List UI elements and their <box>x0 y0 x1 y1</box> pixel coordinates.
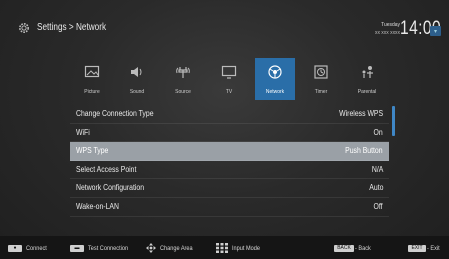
hint-input-mode: Input Mode <box>216 243 265 253</box>
hint-test-connection: ▬ Test Connection <box>70 243 135 253</box>
sound-icon <box>131 67 142 77</box>
tab-label: Parental <box>357 89 377 95</box>
hint-label: Test Connection <box>88 244 129 252</box>
tab-tv[interactable]: TV <box>209 58 249 100</box>
page-title: Settings > Network <box>37 22 107 33</box>
tv-icon <box>221 65 237 79</box>
tab-label: Timer <box>314 89 328 95</box>
menu-label: Change Connection Type <box>76 109 154 118</box>
tab-label: Sound <box>129 89 145 95</box>
gear-icon <box>19 23 29 33</box>
menu-value: Wireless WPS <box>339 109 383 118</box>
menu-label: WiFi <box>76 127 90 137</box>
network-menu: Change Connection Type Wireless WPS WiFi… <box>70 105 389 217</box>
tab-timer[interactable]: Timer <box>301 58 341 100</box>
menu-label: Wake-on-LAN <box>76 201 119 211</box>
menu-row-select-access-point[interactable]: Select Access Point N/A <box>70 161 389 180</box>
source-icon <box>176 67 190 78</box>
menu-row-change-connection-type[interactable]: Change Connection Type Wireless WPS <box>70 105 389 124</box>
tab-network[interactable]: Network <box>255 58 295 100</box>
menu-value: On <box>373 127 383 137</box>
status-badge: ▾ <box>430 26 441 36</box>
network-icon <box>268 65 282 79</box>
ok-key-icon: ● <box>8 244 22 252</box>
hint-label: Input Mode <box>232 244 260 252</box>
tab-label: Picture <box>84 89 100 95</box>
hint-change-area: Change Area <box>146 243 198 253</box>
menu-row-wifi[interactable]: WiFi On <box>70 124 389 143</box>
tab-label: Network <box>265 89 285 95</box>
menu-label: Select Access Point <box>76 164 137 174</box>
menu-row-wake-on-lan[interactable]: Wake-on-LAN Off <box>70 198 389 217</box>
hint-label: - Exit <box>427 244 440 252</box>
menu-value: Auto <box>368 183 383 193</box>
menu-value: Push Button <box>345 146 383 156</box>
parental-icon <box>362 66 373 78</box>
back-key-icon: BACK <box>334 244 354 252</box>
menu-label: Network Configuration <box>76 183 145 193</box>
menu-scrollbar[interactable] <box>392 106 395 136</box>
picture-icon <box>84 65 100 78</box>
tab-label: Source <box>175 89 191 95</box>
footer-hints: ● Connect ▬ Test Connection Change Area … <box>0 236 449 259</box>
tab-parental[interactable]: Parental <box>347 58 387 100</box>
hint-label: Connect <box>26 244 47 252</box>
timer-icon <box>314 65 328 79</box>
tv-settings-screen: Settings > Network Tuesday xx xxx xxxx 1… <box>0 0 449 259</box>
menu-value: Off <box>373 201 383 211</box>
tab-sound[interactable]: Sound <box>117 58 157 100</box>
hint-label: - Back <box>355 244 371 252</box>
day-label: Tuesday <box>381 22 400 28</box>
hint-back: BACK - Back <box>334 243 373 253</box>
menu-row-wps-type[interactable]: WPS Type Push Button <box>70 142 389 161</box>
category-bar: Picture Sound Source TV Network Timer Pa… <box>70 58 393 100</box>
red-key-icon: ▬ <box>70 244 84 252</box>
menu-row-network-configuration[interactable]: Network Configuration Auto <box>70 179 389 198</box>
hint-label: Change Area <box>160 244 193 252</box>
tab-source[interactable]: Source <box>163 58 203 100</box>
tab-picture[interactable]: Picture <box>72 58 112 100</box>
hint-connect: ● Connect <box>8 243 50 253</box>
hint-exit: EXIT - Exit <box>408 243 442 253</box>
date-label: xx xxx xxxx <box>374 30 400 36</box>
tab-label: TV <box>225 89 233 95</box>
keypad-icon <box>216 243 228 253</box>
menu-value: N/A <box>371 164 383 174</box>
dpad-icon <box>146 243 156 253</box>
menu-label: WPS Type <box>76 146 109 156</box>
exit-key-icon: EXIT <box>408 244 426 252</box>
